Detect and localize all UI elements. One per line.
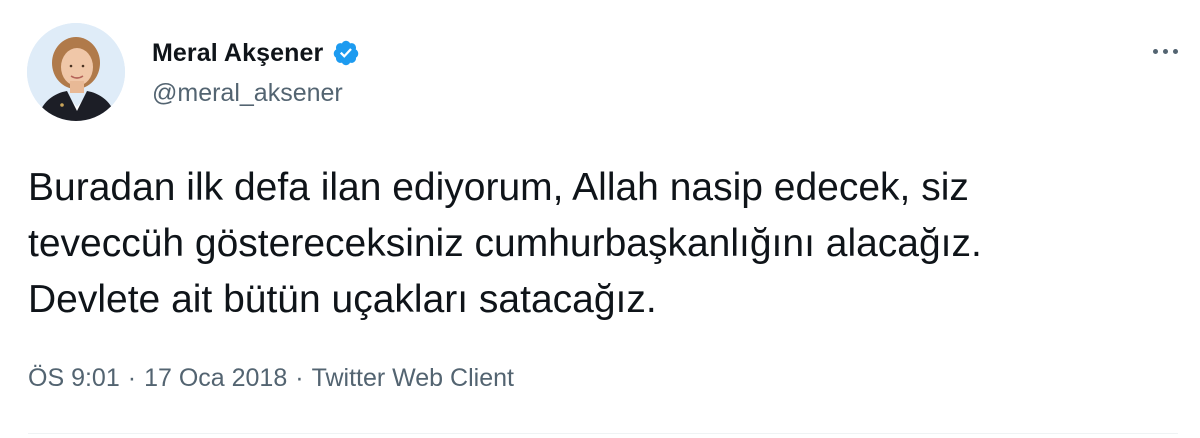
tweet-client[interactable]: Twitter Web Client [312,364,514,392]
verified-badge-icon [332,39,360,67]
avatar[interactable] [27,23,125,121]
more-dot [1162,48,1168,54]
meta-separator: · [127,364,137,392]
tweet-text-line: Buradan ilk defa ilan ediyorum, Allah na… [28,166,969,209]
avatar-image [27,23,125,121]
author-display-name[interactable]: Meral Akşener [152,39,323,68]
tweet-text: Buradan ilk defa ilan ediyorum, Allah na… [28,160,1178,328]
more-dot [1172,48,1178,54]
author-name-row[interactable]: Meral Akşener [152,36,360,70]
more-dot [1152,48,1158,54]
tweet-meta: ÖS 9:01 · 17 Oca 2018 · Twitter Web Client [28,364,514,393]
tweet-text-line: teveccüh göstereceksiniz cumhurbaşkanlığ… [28,222,982,265]
more-horizontal-icon[interactable] [1148,36,1182,66]
tweet-text-line: Devlete ait bütün uçakları satacağız. [28,278,657,321]
divider [28,433,1178,434]
tweet-card: Meral Akşener @meral_aksener Buradan ilk… [0,0,1200,438]
meta-separator: · [295,364,304,392]
tweet-date[interactable]: 17 Oca 2018 [144,364,287,392]
author-handle[interactable]: @meral_aksener [152,79,343,108]
tweet-time[interactable]: ÖS 9:01 [28,364,120,392]
